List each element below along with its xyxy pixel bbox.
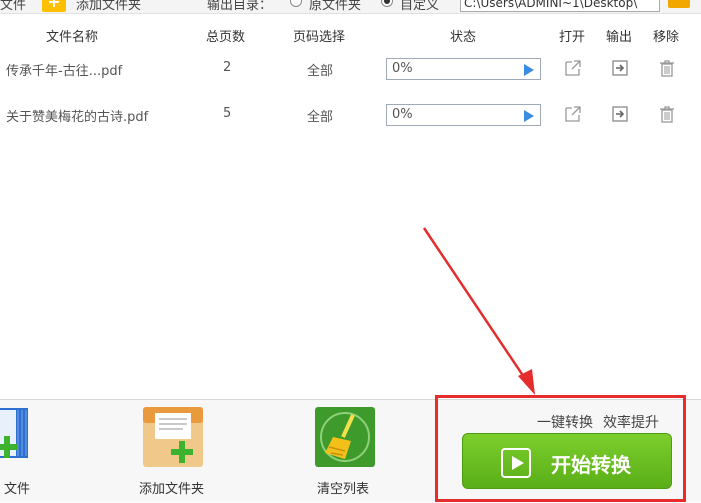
add-folder-label: 添加文件夹: [139, 482, 205, 497]
clear-list-tool[interactable]: 清空列表: [310, 400, 380, 503]
add-file-tool[interactable]: 文件: [0, 400, 40, 503]
clear-list-label: 清空列表: [317, 482, 370, 497]
add-folder-tool[interactable]: 添加文件夹: [138, 400, 214, 503]
slogan: 一键转换 效率提升: [537, 412, 659, 432]
add-file-label: 文件: [4, 482, 31, 497]
slogan-efficiency: 效率提升: [603, 415, 659, 431]
play-icon: [501, 448, 531, 478]
start-convert-label: 开始转换: [551, 453, 631, 477]
add-folder-icon: [143, 407, 203, 467]
start-convert-button[interactable]: 开始转换: [462, 433, 672, 489]
slogan-one-click: 一键转换: [537, 415, 593, 431]
add-file-icon: [0, 408, 28, 458]
broom-icon: [315, 407, 375, 467]
